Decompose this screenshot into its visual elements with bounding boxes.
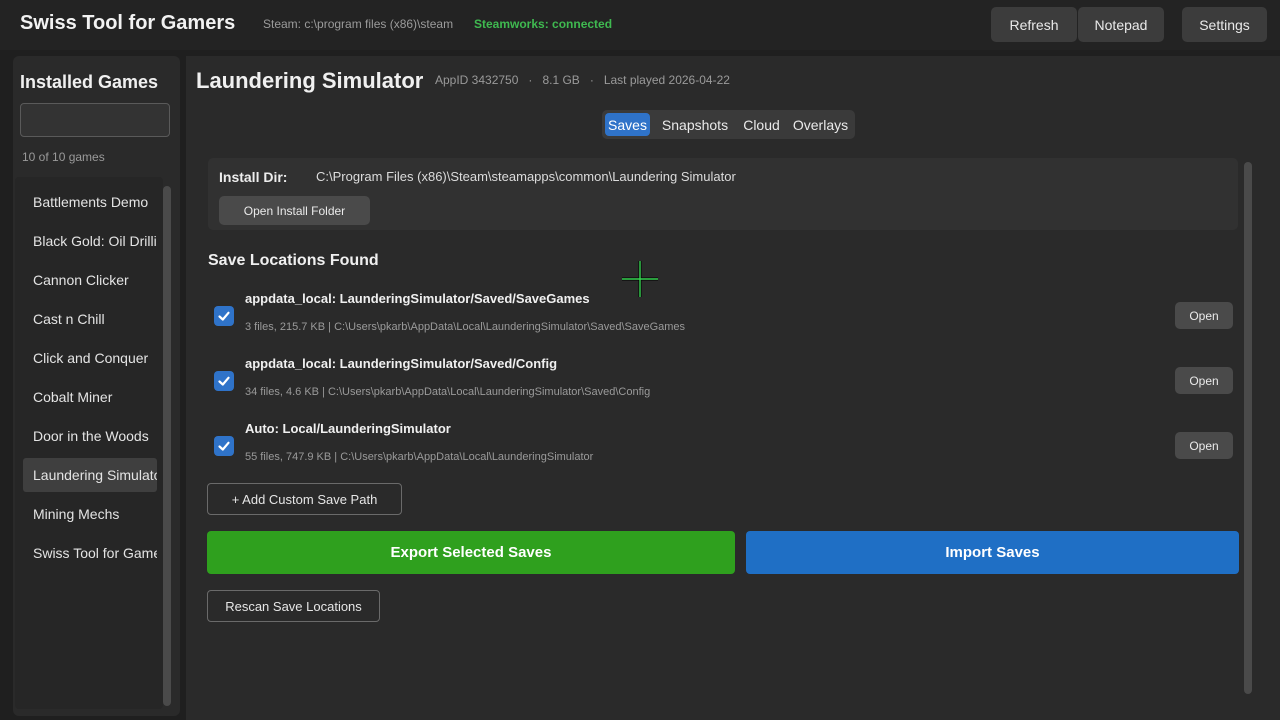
rescan-save-locations-button[interactable]: Rescan Save Locations — [207, 590, 380, 622]
save-location-info: 55 files, 747.9 KB | C:\Users\pkarb\AppD… — [245, 451, 594, 463]
checkmark-icon — [218, 311, 230, 321]
checkmark-icon — [218, 376, 230, 386]
game-list-item[interactable]: Door in the Woods — [23, 419, 157, 453]
save-location-open-button[interactable]: Open — [1175, 367, 1233, 394]
game-list-item[interactable]: Mining Mechs — [23, 497, 157, 531]
sidebar-title: Installed Games — [20, 72, 159, 92]
save-location-open-button[interactable]: Open — [1175, 302, 1233, 329]
save-location-name: appdata_local: LaunderingSimulator/Saved… — [245, 291, 590, 306]
save-location-checkbox[interactable] — [214, 371, 234, 391]
save-location-info: 3 files, 215.7 KB | C:\Users\pkarb\AppDa… — [245, 321, 686, 333]
main-scrollbar[interactable] — [1244, 162, 1252, 694]
top-bar: Swiss Tool for Gamers Steam: c:\program … — [0, 0, 1280, 50]
steam-path: Steam: c:\program files (x86)\steam — [263, 17, 454, 31]
appid: AppID 3432750 — [435, 73, 519, 87]
export-selected-saves-button[interactable]: Export Selected Saves — [207, 531, 735, 574]
game-title: Laundering Simulator — [196, 68, 424, 93]
save-location-name: appdata_local: LaunderingSimulator/Saved… — [245, 356, 558, 371]
app-title: Swiss Tool for Gamers — [20, 12, 236, 34]
save-location-row: appdata_local: LaunderingSimulator/Saved… — [203, 290, 1243, 350]
save-location-name: Auto: Local/LaunderingSimulator — [245, 421, 451, 436]
settings-button[interactable]: Settings — [1182, 7, 1267, 42]
import-saves-button[interactable]: Import Saves — [746, 531, 1239, 574]
open-install-folder-button[interactable]: Open Install Folder — [219, 196, 370, 225]
install-dir-path: C:\Program Files (x86)\Steam\steamapps\c… — [316, 169, 736, 184]
sidebar: Installed Games 10 of 10 games Battlemen… — [13, 56, 180, 716]
save-location-checkbox[interactable] — [214, 436, 234, 456]
add-custom-save-path-button[interactable]: + Add Custom Save Path — [207, 483, 402, 515]
game-list: Battlements Demo Black Gold: Oil Drillin… — [15, 177, 163, 709]
install-size: 8.1 GB — [542, 73, 580, 87]
tab-snapshots[interactable]: Snapshots — [657, 113, 733, 136]
game-count: 10 of 10 games — [22, 150, 105, 164]
game-list-item[interactable]: Click and Conquer — [23, 341, 157, 375]
refresh-button[interactable]: Refresh — [991, 7, 1077, 42]
save-location-row: appdata_local: LaunderingSimulator/Saved… — [203, 355, 1243, 415]
sidebar-scrollbar[interactable] — [163, 186, 171, 706]
save-location-info: 34 files, 4.6 KB | C:\Users\pkarb\AppDat… — [245, 386, 651, 398]
tab-bar: Saves Snapshots Cloud Overlays — [602, 110, 855, 139]
game-meta: AppID 3432750 · 8.1 GB · Last played 202… — [435, 73, 730, 87]
save-location-checkbox[interactable] — [214, 306, 234, 326]
save-locations-title: Save Locations Found — [208, 252, 379, 269]
game-search-input[interactable] — [20, 103, 170, 137]
last-played: Last played 2026-04-22 — [603, 73, 730, 87]
game-list-item-selected[interactable]: Laundering Simulator — [23, 458, 157, 492]
tab-saves[interactable]: Saves — [605, 113, 650, 136]
meta-separator: · — [589, 73, 594, 87]
game-list-item[interactable]: Swiss Tool for Gamers — [23, 536, 157, 570]
saves-content: Install Dir: C:\Program Files (x86)\Stea… — [203, 154, 1253, 698]
notepad-button[interactable]: Notepad — [1078, 7, 1164, 42]
install-dir-label: Install Dir: — [219, 169, 288, 185]
checkmark-icon — [218, 441, 230, 451]
game-list-item[interactable]: Battlements Demo — [23, 185, 157, 219]
main-panel: Laundering Simulator AppID 3432750 · 8.1… — [186, 56, 1280, 720]
tab-cloud[interactable]: Cloud — [738, 113, 785, 136]
game-list-item[interactable]: Cobalt Miner — [23, 380, 157, 414]
tab-overlays[interactable]: Overlays — [790, 113, 851, 136]
meta-separator: · — [528, 73, 533, 87]
save-location-row: Auto: Local/LaunderingSimulator 55 files… — [203, 420, 1243, 480]
save-location-open-button[interactable]: Open — [1175, 432, 1233, 459]
game-list-item[interactable]: Cast n Chill — [23, 302, 157, 336]
game-list-item[interactable]: Cannon Clicker — [23, 263, 157, 297]
install-dir-box: Install Dir: C:\Program Files (x86)\Stea… — [208, 158, 1238, 230]
game-list-item[interactable]: Black Gold: Oil Drilling — [23, 224, 157, 258]
steamworks-status: Steamworks: connected — [474, 17, 613, 31]
